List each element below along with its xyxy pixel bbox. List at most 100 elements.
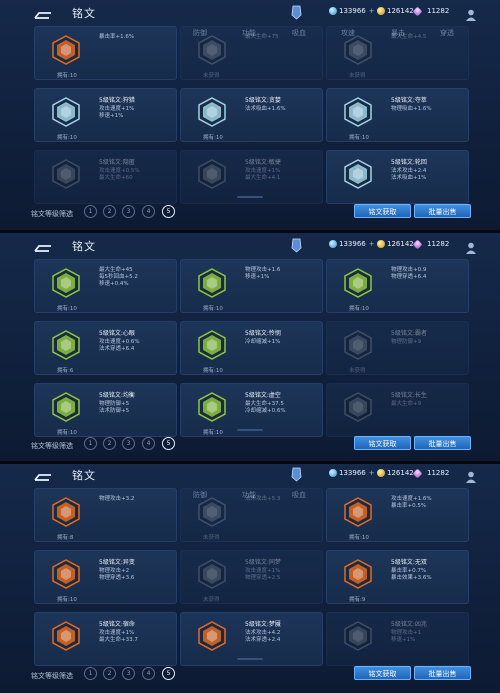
inscription-attribute: 暴击率+1.6% bbox=[99, 34, 135, 40]
back-icon[interactable] bbox=[34, 239, 52, 252]
inscription-attribute: 最大生命+9 bbox=[391, 401, 422, 407]
inscription-grid: 物理攻击+3.2 拥有:8 法术攻击+5.3 未获得 攻击速度+1.6% 暴击率+0.5%… bbox=[32, 488, 472, 666]
profile-icon[interactable] bbox=[466, 6, 476, 21]
owned-count: 未获得 bbox=[203, 73, 220, 79]
inscription-attribute: 法术防御+5 bbox=[99, 408, 130, 414]
level-filter-option[interactable]: 2 bbox=[103, 667, 116, 680]
level-filter-label: 铭文等级筛选 bbox=[31, 210, 73, 218]
inscription-card[interactable]: 5级铭文:宿命 攻击速度+1% 最大生命+33.7 bbox=[34, 612, 177, 666]
owned-count: 拥有:8 bbox=[57, 535, 74, 541]
top-bar: 铭文 133966 +126142 11282 bbox=[0, 233, 500, 259]
inscription-card[interactable]: 5级铭文:霸者 物理防御+9 未获得 bbox=[326, 321, 469, 375]
inscription-card[interactable]: 5级铭文:无双 暴击率+0.7% 暴击效果+3.6% 拥有:9 bbox=[326, 550, 469, 604]
add-icon[interactable]: + bbox=[369, 240, 375, 248]
inscription-attribute: 移速+1% bbox=[245, 274, 270, 280]
inscription-card[interactable]: 5级铭文:心眼 攻击速度+0.6% 法术穿透+6.4 拥有:6 bbox=[34, 321, 177, 375]
bulk-sell-button[interactable]: 批量出售 bbox=[414, 204, 471, 218]
level-filter-label: 铭文等级筛选 bbox=[31, 672, 73, 680]
get-inscription-button[interactable]: 铭文获取 bbox=[354, 436, 411, 450]
inscription-attribute: 物理穿透+2.5 bbox=[245, 575, 281, 581]
level-filter-option[interactable]: 4 bbox=[142, 437, 155, 450]
inscription-card[interactable]: 法术攻击+5.3 未获得 bbox=[180, 488, 323, 542]
level-filter-option[interactable]: 1 bbox=[84, 205, 97, 218]
inscription-card[interactable]: 5级铭文:异变 物理攻击+2 物理穿透+3.6 拥有:10 bbox=[34, 550, 177, 604]
inscription-gem-icon bbox=[197, 621, 227, 651]
level-filter-option[interactable]: 1 bbox=[84, 437, 97, 450]
inscription-card[interactable]: 最大生命+45 每5秒回血+5.2 移速+0.4% 拥有:10 bbox=[34, 259, 177, 313]
inscription-attribute: 法术攻击+5.3 bbox=[245, 496, 281, 502]
inscription-grid: 暴击率+1.6% 拥有:10 最大生命+75 未获得 最大生命+4.5 未获得 5级铭文:狩… bbox=[32, 26, 472, 204]
panel-divider bbox=[0, 461, 500, 464]
inscription-name: 5级铭文:无双 bbox=[391, 559, 427, 566]
diamond-icon bbox=[329, 7, 337, 15]
rune-page-icon[interactable] bbox=[291, 238, 302, 253]
inscription-card[interactable]: 5级铭文:怜悯 冷却缩减+1% 拥有:10 bbox=[180, 321, 323, 375]
inscription-card[interactable]: 5级铭文:贪婪 法术吸血+1.6% 拥有:10 bbox=[180, 88, 323, 142]
level-filter-option[interactable]: 1 bbox=[84, 667, 97, 680]
owned-count: 拥有:10 bbox=[57, 306, 77, 312]
inscription-card[interactable]: 暴击率+1.6% 拥有:10 bbox=[34, 26, 177, 80]
profile-icon[interactable] bbox=[466, 239, 476, 254]
inscription-gem-icon bbox=[343, 392, 373, 422]
inscription-gem-icon bbox=[343, 97, 373, 127]
inscription-attribute: 移速+1% bbox=[391, 637, 416, 643]
back-icon[interactable] bbox=[34, 468, 52, 481]
level-filter-option[interactable]: 4 bbox=[142, 205, 155, 218]
get-inscription-button[interactable]: 铭文获取 bbox=[354, 204, 411, 218]
scroll-indicator bbox=[237, 658, 263, 660]
inscription-card[interactable]: 物理攻击+0.9 物理穿透+6.4 拥有:10 bbox=[326, 259, 469, 313]
inscription-attribute: 法术穿透+6.4 bbox=[99, 346, 135, 352]
inscription-card[interactable]: 5级铭文:隐匿 攻击速度+0.5% 最大生命+60 bbox=[34, 150, 177, 204]
back-icon[interactable] bbox=[34, 6, 52, 19]
level-filter-option[interactable]: 5 bbox=[162, 667, 175, 680]
inscription-gem-icon bbox=[343, 330, 373, 360]
diamond-icon bbox=[329, 469, 337, 477]
top-bar: 铭文 133966 +126142 11282 bbox=[0, 0, 500, 26]
level-filter-option[interactable]: 5 bbox=[162, 205, 175, 218]
add-icon[interactable]: + bbox=[369, 469, 375, 477]
inscription-name: 5级铭文:敏捷 bbox=[245, 159, 281, 166]
inscription-card[interactable]: 攻击速度+1.6% 暴击率+0.5% 拥有:10 bbox=[326, 488, 469, 542]
inscription-card[interactable]: 最大生命+75 未获得 bbox=[180, 26, 323, 80]
inscription-gem-icon bbox=[51, 35, 81, 65]
inscription-card[interactable]: 5级铭文:同梦 攻击速度+1% 物理穿透+2.5 未获得 bbox=[180, 550, 323, 604]
inscription-card[interactable]: 5级铭文:狩猎 攻击速度+1% 移速+1% 拥有:10 bbox=[34, 88, 177, 142]
level-filter-option[interactable]: 4 bbox=[142, 667, 155, 680]
inscription-card[interactable]: 5级铭文:均衡 物理防御+5 法术防御+5 拥有:10 bbox=[34, 383, 177, 437]
rune-page-icon[interactable] bbox=[291, 467, 302, 482]
level-filter-option[interactable]: 3 bbox=[122, 437, 135, 450]
inscription-card[interactable]: 5级铭文:长生 最大生命+9 bbox=[326, 383, 469, 437]
inscription-attribute: 物理防御+9 bbox=[391, 339, 422, 345]
owned-count: 拥有:10 bbox=[203, 306, 223, 312]
inscription-gem-icon bbox=[197, 97, 227, 127]
crystal-icon bbox=[412, 468, 423, 478]
owned-count: 拥有:10 bbox=[57, 73, 77, 79]
inscription-attribute: 物理穿透+6.4 bbox=[391, 274, 427, 280]
level-filter-option[interactable]: 2 bbox=[103, 205, 116, 218]
inscription-name: 5级铭文:宿命 bbox=[99, 621, 135, 628]
get-inscription-button[interactable]: 铭文获取 bbox=[354, 666, 411, 680]
inscription-attribute: 最大生命+4.1 bbox=[245, 175, 281, 181]
level-filter-option[interactable]: 3 bbox=[122, 205, 135, 218]
inscription-name: 5级铭文:怜悯 bbox=[245, 330, 281, 337]
inscription-card[interactable]: 物理攻击+3.2 拥有:8 bbox=[34, 488, 177, 542]
inscription-attribute: 法术穿透+2.4 bbox=[245, 637, 281, 643]
inscription-attribute: 物理攻击+3.2 bbox=[99, 496, 135, 502]
bulk-sell-button[interactable]: 批量出售 bbox=[414, 666, 471, 680]
level-filter-option[interactable]: 5 bbox=[162, 437, 175, 450]
level-filter-option[interactable]: 3 bbox=[122, 667, 135, 680]
profile-icon[interactable] bbox=[466, 468, 476, 483]
inscription-name: 5级铭文:狩猎 bbox=[99, 97, 135, 104]
inscription-card[interactable]: 最大生命+4.5 未获得 bbox=[326, 26, 469, 80]
add-icon[interactable]: + bbox=[369, 7, 375, 15]
inscription-card[interactable]: 物理攻击+1.6 移速+1% 拥有:10 bbox=[180, 259, 323, 313]
coin-icon bbox=[377, 7, 385, 15]
inscription-gem-icon bbox=[51, 559, 81, 589]
inscription-card[interactable]: 5级铭文:轮回 法术攻击+2.4 法术吸血+1% bbox=[326, 150, 469, 204]
bulk-sell-button[interactable]: 批量出售 bbox=[414, 436, 471, 450]
inscription-card[interactable]: 5级铭文:凶兆 物理攻击+1 移速+1% bbox=[326, 612, 469, 666]
inscription-card[interactable]: 5级铭文:夺萃 物理吸血+1.6% 拥有:10 bbox=[326, 88, 469, 142]
inscription-gem-icon bbox=[343, 621, 373, 651]
rune-page-icon[interactable] bbox=[291, 5, 302, 20]
level-filter-option[interactable]: 2 bbox=[103, 437, 116, 450]
